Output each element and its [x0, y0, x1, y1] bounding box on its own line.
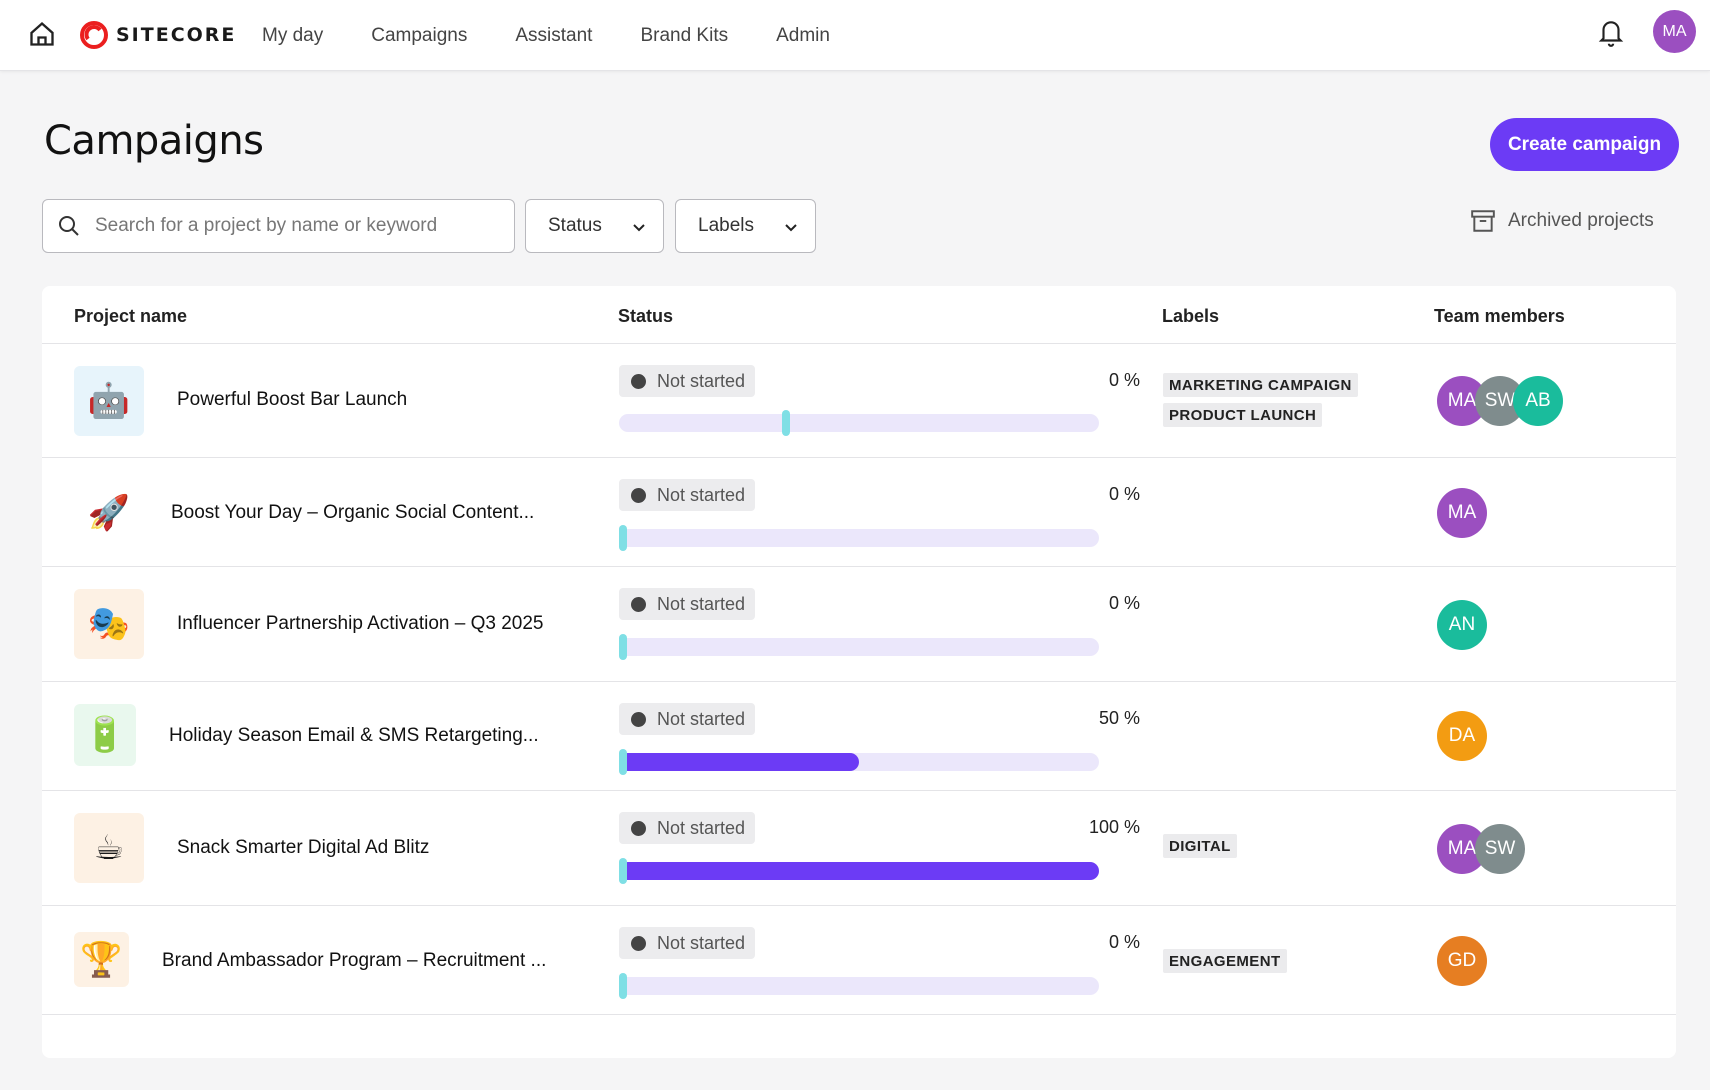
status-text: Not started [657, 593, 746, 614]
status-dot-icon [631, 820, 646, 836]
search-input[interactable] [95, 215, 495, 237]
brand-name: SITECORE [116, 24, 237, 46]
status-badge: Not started [619, 588, 756, 620]
progress-bar [619, 634, 1099, 660]
progress-bar [619, 858, 1099, 884]
status-text: Not started [657, 708, 746, 729]
trophy-icon: 🏆 [74, 932, 129, 987]
status-filter-label: Status [548, 215, 602, 236]
status-dot-icon [631, 373, 646, 389]
sitecore-logo-mark-icon [80, 21, 108, 49]
team-member-avatar[interactable]: DA [1437, 711, 1487, 761]
project-name[interactable]: Snack Smarter Digital Ad Blitz [177, 837, 429, 859]
user-avatar[interactable]: MA [1653, 10, 1696, 53]
home-icon[interactable] [28, 20, 56, 48]
status-badge: Not started [619, 703, 756, 735]
page-title: Campaigns [44, 118, 264, 164]
progress-bar [619, 749, 1099, 775]
nav-item-assistant[interactable]: Assistant [515, 25, 592, 47]
search-box [42, 199, 515, 253]
column-header-project-name[interactable]: Project name [74, 306, 187, 327]
label-tag: ENGAGEMENT [1163, 949, 1287, 973]
table-row[interactable]: ☕ Snack Smarter Digital Ad Blitz Not sta… [42, 792, 1676, 906]
label-tag: DIGITAL [1163, 834, 1237, 858]
archived-projects-label: Archived projects [1508, 210, 1654, 231]
sitecore-logo[interactable]: SITECORE [80, 20, 236, 50]
project-name[interactable]: Holiday Season Email & SMS Retargeting..… [169, 725, 539, 747]
status-text: Not started [657, 484, 746, 505]
nav-item-campaigns[interactable]: Campaigns [371, 25, 467, 47]
labels-filter-label: Labels [698, 215, 754, 236]
status-filter-dropdown[interactable]: Status [525, 199, 664, 253]
create-campaign-button[interactable]: Create campaign [1490, 118, 1679, 171]
progress-handle[interactable] [619, 858, 627, 884]
table-row[interactable]: 🚀 Boost Your Day – Organic Social Conten… [42, 459, 1676, 567]
coffee-cup-icon: ☕ [74, 813, 144, 883]
table-row[interactable]: 🤖 Powerful Boost Bar Launch Not started … [42, 344, 1676, 458]
top-navigation-bar: SITECORE My day Campaigns Assistant Bran… [0, 0, 1710, 71]
table-row[interactable]: 🎭 Influencer Partnership Activation – Q3… [42, 568, 1676, 682]
status-text: Not started [657, 370, 746, 391]
progress-handle[interactable] [619, 749, 627, 775]
archive-box-icon [1471, 210, 1495, 232]
status-text: Not started [657, 932, 746, 953]
progress-handle[interactable] [619, 634, 627, 660]
project-name[interactable]: Boost Your Day – Organic Social Content.… [171, 502, 534, 524]
rocket-icon: 🚀 [87, 494, 131, 532]
project-name[interactable]: Influencer Partnership Activation – Q3 2… [177, 613, 544, 635]
nav-item-admin[interactable]: Admin [776, 25, 830, 47]
label-tag: PRODUCT LAUNCH [1163, 403, 1323, 427]
search-icon [59, 216, 79, 236]
chevron-down-icon [633, 224, 645, 232]
project-name[interactable]: Powerful Boost Bar Launch [177, 389, 407, 411]
status-dot-icon [631, 487, 646, 503]
status-badge: Not started [619, 365, 756, 397]
progress-bar-fill [619, 862, 1099, 880]
progress-percent: 0 % [1108, 932, 1140, 952]
status-dot-icon [631, 711, 646, 727]
label-tag: MARKETING CAMPAIGN [1163, 373, 1358, 397]
progress-percent: 0 % [1108, 593, 1140, 613]
nav-item-my-day[interactable]: My day [262, 25, 323, 47]
table-row[interactable]: 🏆 Brand Ambassador Program – Recruitment… [42, 907, 1676, 1015]
team-member-avatar[interactable]: AN [1437, 600, 1487, 650]
nav-item-brand-kits[interactable]: Brand Kits [640, 25, 728, 47]
notification-bell-icon[interactable] [1598, 18, 1624, 48]
status-badge: Not started [619, 479, 756, 511]
project-name[interactable]: Brand Ambassador Program – Recruitment .… [162, 950, 546, 972]
status-text: Not started [657, 817, 746, 838]
progress-handle[interactable] [619, 525, 627, 551]
column-header-status[interactable]: Status [618, 306, 673, 327]
status-dot-icon [631, 935, 646, 951]
progress-bar-fill [619, 753, 859, 771]
progress-percent: 100 % [1088, 817, 1140, 837]
status-badge: Not started [619, 927, 756, 959]
team-member-avatar[interactable]: GD [1437, 936, 1487, 986]
team-member-avatar[interactable]: MA [1437, 488, 1487, 538]
campaigns-table: Project name Status Labels Team members … [42, 286, 1676, 1058]
progress-percent: 50 % [1098, 708, 1140, 728]
progress-bar [619, 973, 1099, 999]
archived-projects-link[interactable]: Archived projects [1470, 206, 1654, 236]
progress-percent: 0 % [1108, 484, 1140, 504]
progress-percent: 0 % [1108, 370, 1140, 390]
progress-bar [619, 525, 1099, 551]
progress-handle[interactable] [619, 973, 627, 999]
column-header-labels[interactable]: Labels [1162, 306, 1219, 327]
table-row[interactable]: 🔋 Holiday Season Email & SMS Retargeting… [42, 683, 1676, 791]
robot-icon: 🤖 [74, 366, 144, 436]
battery-icon: 🔋 [74, 704, 136, 766]
main-nav: My day Campaigns Assistant Brand Kits Ad… [262, 0, 878, 71]
column-header-team-members[interactable]: Team members [1434, 306, 1565, 327]
labels-filter-dropdown[interactable]: Labels [675, 199, 816, 253]
team-member-avatar[interactable]: AB [1513, 376, 1563, 426]
progress-handle[interactable] [782, 410, 790, 436]
chevron-down-icon [785, 224, 797, 232]
status-dot-icon [631, 596, 646, 612]
team-member-avatar[interactable]: SW [1475, 824, 1525, 874]
status-badge: Not started [619, 812, 756, 844]
progress-bar [619, 410, 1099, 436]
theater-masks-icon: 🎭 [74, 589, 144, 659]
